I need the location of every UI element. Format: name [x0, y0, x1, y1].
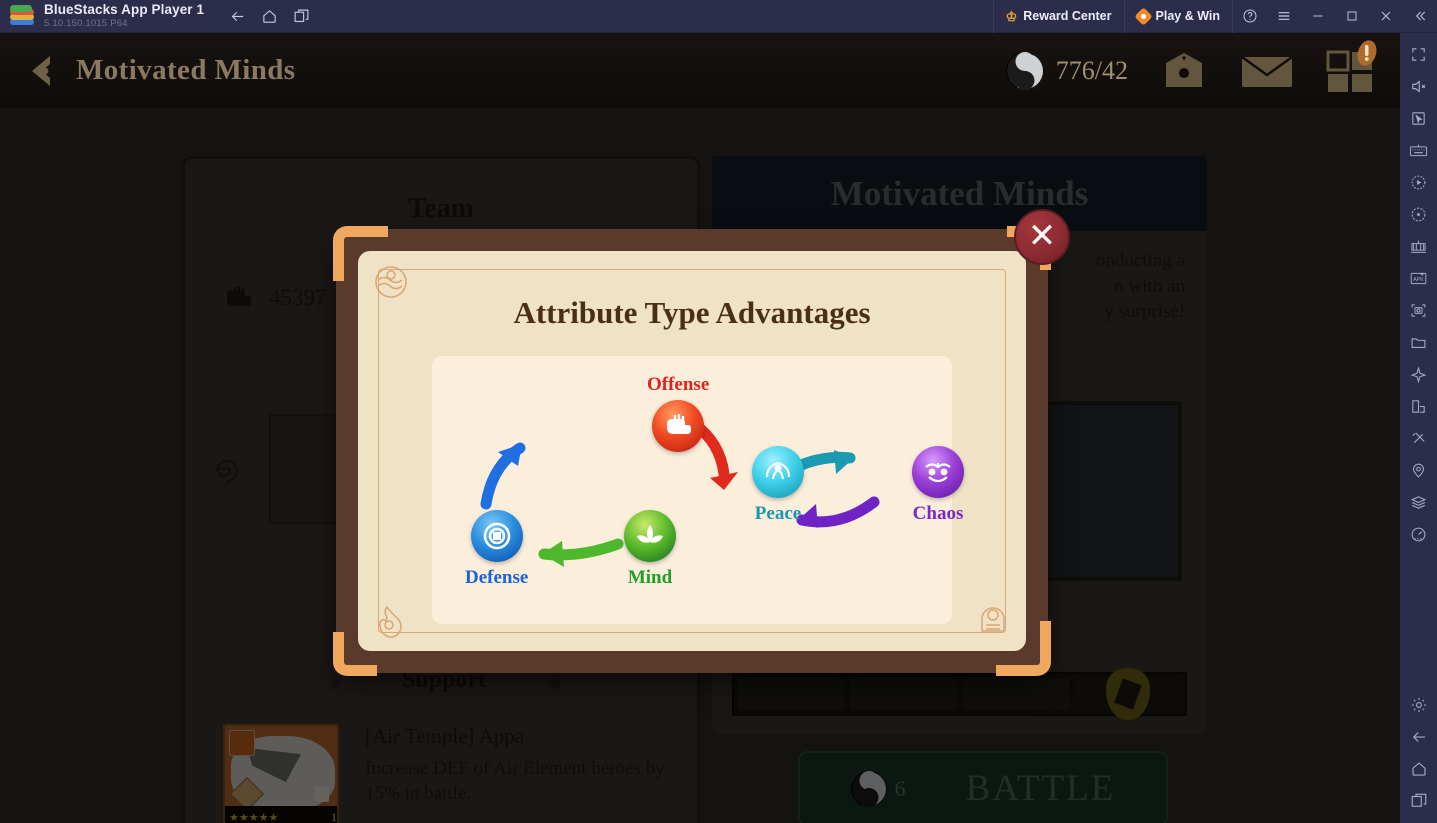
bluestacks-title-group: BlueStacks App Player 1 5.10.150.1015 P6… [44, 1, 205, 30]
install-apk-icon[interactable]: APK [1400, 262, 1437, 294]
bluestacks-tool-sidebar: APK [1400, 33, 1437, 823]
reward-center-label: Reward Center [1023, 9, 1112, 23]
peace-mask-icon [752, 446, 804, 498]
maximize-button[interactable] [1335, 0, 1369, 33]
collapse-sidebar-button[interactable] [1403, 0, 1437, 33]
keyboard-controls-icon[interactable] [1400, 134, 1437, 166]
game-back-icon[interactable] [20, 48, 66, 94]
back-icon[interactable] [222, 1, 252, 31]
trim-icon[interactable] [1400, 422, 1437, 454]
titlebar-right-group: ♔ Reward Center Play & Win [992, 0, 1437, 33]
screen-split-icon[interactable] [1400, 390, 1437, 422]
bluestacks-logo-icon [10, 5, 34, 27]
bluestacks-titlebar: BlueStacks App Player 1 5.10.150.1015 P6… [0, 0, 1437, 33]
attribute-advantages-modal: Attribute Type Advantages Offense Defens… [333, 209, 1070, 676]
envelope-icon[interactable] [1240, 51, 1294, 91]
hamburger-menu-icon[interactable] [1267, 0, 1301, 33]
back-icon[interactable] [1400, 721, 1437, 753]
home-icon[interactable] [1400, 753, 1437, 785]
attribute-node-mind[interactable]: Mind [624, 510, 676, 589]
play-and-win-button[interactable]: Play & Win [1123, 0, 1232, 33]
air-sigil-icon [970, 597, 1016, 643]
attribute-label-peace: Peace [754, 503, 802, 524]
modal-paper: Attribute Type Advantages Offense Defens… [358, 251, 1026, 651]
layers-icon[interactable] [1400, 486, 1437, 518]
attribute-label-offense: Offense [647, 374, 710, 395]
game-page-title: Motivated Minds [76, 54, 296, 86]
multi-instance-manager-icon[interactable] [1400, 230, 1437, 262]
settings-gear-icon[interactable] [1400, 689, 1437, 721]
fullscreen-icon[interactable] [1400, 38, 1437, 70]
mailbag-icon[interactable] [1158, 49, 1210, 93]
svg-text:APK: APK [1413, 277, 1424, 283]
minimize-button[interactable] [1301, 0, 1335, 33]
screenshot-icon[interactable] [1400, 294, 1437, 326]
chaos-mask-icon [912, 446, 964, 498]
fist-icon [652, 400, 705, 452]
media-folder-icon[interactable] [1400, 326, 1437, 358]
attribute-label-defense: Defense [465, 567, 529, 588]
game-header: Motivated Minds 776/42 [0, 33, 1400, 108]
game-header-right: 776/42 [1005, 39, 1400, 94]
attribute-diagram: Offense Defense Mind Peace Chaos [432, 356, 964, 624]
airplane-icon[interactable] [1400, 358, 1437, 390]
leaf-icon [624, 510, 676, 562]
attribute-label-chaos: Chaos [912, 503, 964, 524]
help-icon[interactable] [1233, 0, 1267, 33]
shield-target-icon [470, 510, 523, 562]
reward-center-button[interactable]: ♔ Reward Center [992, 0, 1124, 33]
location-icon[interactable] [1400, 454, 1437, 486]
yin-yang-icon [1005, 51, 1044, 90]
close-modal-button[interactable]: ✕ [1014, 209, 1070, 265]
fire-sigil-icon [368, 597, 414, 643]
play-win-badge-icon [1133, 6, 1153, 26]
currency-display[interactable]: 776/42 [1005, 51, 1128, 90]
macro-record-icon[interactable] [1400, 166, 1437, 198]
attribute-node-offense[interactable]: Offense [647, 374, 709, 452]
home-icon[interactable] [254, 1, 284, 31]
modal-title: Attribute Type Advantages [513, 295, 871, 330]
performance-icon[interactable] [1400, 518, 1437, 550]
play-and-win-label: Play & Win [1155, 9, 1220, 23]
multi-instance-icon[interactable] [286, 1, 316, 31]
rotate-icon[interactable] [1400, 198, 1437, 230]
currency-value: 776/42 [1055, 55, 1128, 85]
attribute-node-peace[interactable]: Peace [752, 446, 804, 525]
game-viewport: Motivated Minds 776/42 Team Prepare f [0, 33, 1400, 823]
attribute-node-chaos[interactable]: Chaos [912, 446, 964, 525]
app-player-name: BlueStacks App Player 1 [44, 1, 205, 17]
recents-icon[interactable] [1400, 785, 1437, 817]
mute-icon[interactable] [1400, 70, 1437, 102]
crown-icon: ♔ [1005, 8, 1018, 24]
close-window-button[interactable] [1369, 0, 1403, 33]
app-player-version: 5.10.150.1015 P64 [44, 18, 128, 30]
close-icon: ✕ [1027, 218, 1057, 255]
grid-menu-icon[interactable] [1324, 39, 1377, 94]
cursor-icon[interactable] [1400, 102, 1437, 134]
titlebar-nav-group [222, 1, 316, 31]
attribute-label-mind: Mind [627, 567, 673, 588]
attribute-node-defense[interactable]: Defense [465, 510, 528, 589]
